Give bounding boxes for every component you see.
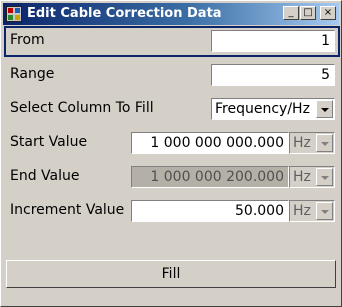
from-label: From — [10, 32, 45, 48]
close-icon: × — [323, 7, 333, 18]
start-value-label: Start Value — [10, 134, 88, 150]
app-icon — [6, 6, 22, 22]
select-column-value: Frequency/Hz — [215, 101, 310, 117]
title-bar[interactable]: Edit Cable Correction Data _ □ × — [3, 3, 339, 25]
increment-value-unit-label: Hz — [293, 203, 311, 219]
maximize-icon: □ — [303, 7, 313, 18]
from-input[interactable]: 1 — [211, 30, 335, 52]
select-column-dropdown[interactable]: Frequency/Hz — [211, 98, 335, 120]
end-value-label: End Value — [10, 168, 80, 184]
close-button[interactable]: × — [320, 6, 336, 20]
dialog-window: Edit Cable Correction Data _ □ × From 1 … — [0, 0, 342, 307]
chevron-down-icon — [321, 176, 329, 180]
end-value-input: 1 000 000 200.000 — [131, 166, 289, 188]
chevron-down-icon — [321, 108, 329, 112]
end-value-unit: Hz — [289, 166, 335, 188]
maximize-button[interactable]: □ — [300, 6, 316, 20]
minimize-icon: _ — [288, 7, 294, 18]
start-value-unit-label: Hz — [293, 135, 311, 151]
select-column-arrow[interactable] — [316, 100, 333, 118]
increment-value-unit-arrow[interactable] — [316, 202, 333, 220]
end-value-unit-arrow — [316, 168, 333, 186]
chevron-down-icon — [321, 142, 329, 146]
range-label: Range — [10, 66, 55, 82]
end-value-unit-label: Hz — [293, 169, 311, 185]
start-value-input[interactable]: 1 000 000 000.000 — [131, 132, 289, 154]
range-input[interactable]: 5 — [211, 64, 335, 86]
start-value-unit-arrow[interactable] — [316, 134, 333, 152]
select-column-label: Select Column To Fill — [10, 100, 154, 116]
chevron-down-icon — [321, 210, 329, 214]
window-title: Edit Cable Correction Data — [27, 6, 222, 21]
fill-button[interactable]: Fill — [6, 260, 336, 288]
increment-value-label: Increment Value — [10, 202, 125, 218]
increment-value-unit[interactable]: Hz — [289, 200, 335, 222]
start-value-unit[interactable]: Hz — [289, 132, 335, 154]
minimize-button[interactable]: _ — [283, 6, 299, 20]
increment-value-input[interactable]: 50.000 — [131, 200, 289, 222]
